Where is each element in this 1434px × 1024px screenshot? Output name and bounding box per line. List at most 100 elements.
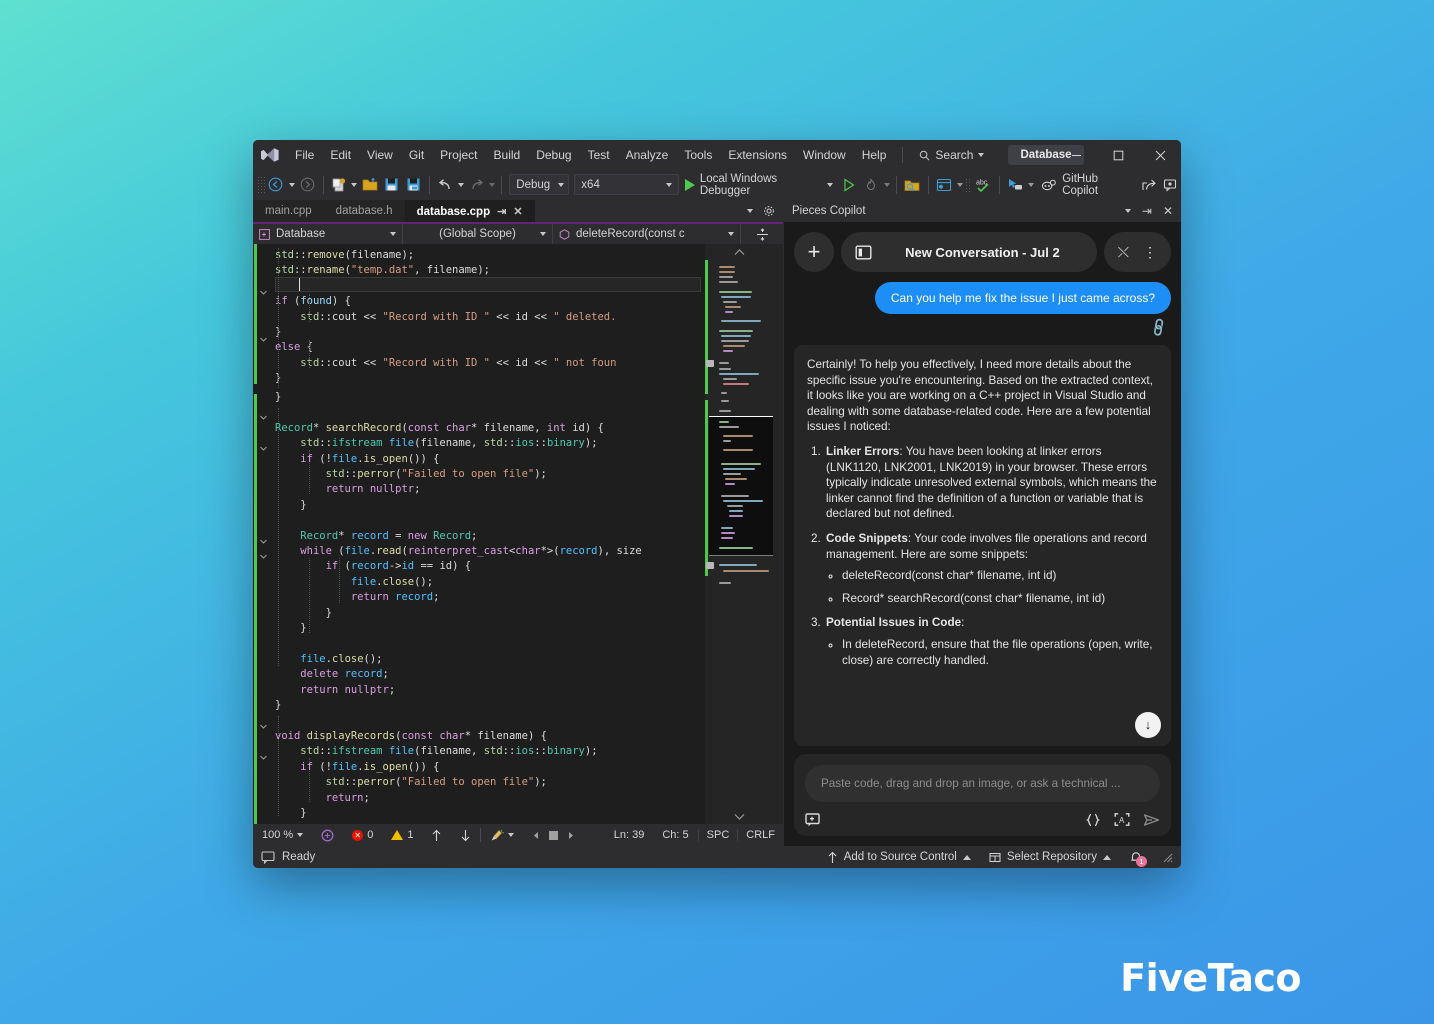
minimap-viewport[interactable] <box>709 416 773 556</box>
intellisense-status[interactable] <box>312 824 343 846</box>
indentation-mode[interactable]: SPC <box>697 829 738 841</box>
fold-chevron-icon[interactable] <box>259 335 268 344</box>
minimap-scroll-up[interactable] <box>705 244 773 260</box>
fold-chevron-icon[interactable] <box>259 753 268 762</box>
start-debugging-button[interactable]: Local Windows Debugger <box>680 173 838 197</box>
search-box[interactable]: Search <box>911 146 992 164</box>
code-cleanup-button[interactable] <box>481 824 523 846</box>
kebab-menu-icon[interactable]: ⋮ <box>1143 245 1157 259</box>
next-issue-button[interactable] <box>451 824 480 846</box>
share-button[interactable] <box>1139 173 1160 197</box>
scan-text-icon[interactable]: A <box>1114 812 1130 827</box>
menu-item-test[interactable]: Test <box>580 140 618 170</box>
menu-item-window[interactable]: Window <box>795 140 854 170</box>
navigate-back-dropdown[interactable] <box>287 173 295 197</box>
tab-main-cpp[interactable]: main.cpp <box>253 200 324 222</box>
live-visual-tree-dropdown[interactable] <box>1027 173 1035 197</box>
editor-vertical-scrollbar[interactable] <box>773 244 783 824</box>
fold-chevron-icon[interactable] <box>259 444 268 453</box>
zoom-control[interactable]: 100 % <box>253 824 312 846</box>
source-code-cont[interactable]: } Record* searchRecord(const char* filen… <box>269 386 642 821</box>
minimize-button[interactable] <box>1055 140 1097 170</box>
menu-item-analyze[interactable]: Analyze <box>618 140 677 170</box>
stop-square-icon[interactable] <box>549 830 559 840</box>
new-conversation-button[interactable]: + <box>794 232 834 272</box>
menu-item-extensions[interactable]: Extensions <box>720 140 795 170</box>
hot-reload-dropdown[interactable] <box>882 173 890 197</box>
window-layout-button[interactable] <box>934 173 955 197</box>
redo-dropdown[interactable] <box>488 173 496 197</box>
tab-database-h[interactable]: database.h <box>323 200 405 222</box>
breadcrumb-scope[interactable]: (Global Scope) <box>403 224 553 244</box>
build-configuration-select[interactable]: Debug <box>509 174 570 195</box>
fold-chevron-icon[interactable] <box>259 413 268 422</box>
chevron-down-icon[interactable] <box>1124 209 1131 213</box>
menu-item-file[interactable]: File <box>287 140 322 170</box>
live-visual-tree-button[interactable] <box>1005 173 1026 197</box>
pin-icon[interactable]: ⇥ <box>497 205 506 218</box>
arrow-right-icon[interactable] <box>567 831 575 840</box>
fold-chevron-icon[interactable] <box>259 288 268 297</box>
tab-database-cpp[interactable]: database.cpp ⇥ ✕ <box>404 200 535 222</box>
warning-count-indicator[interactable]: 1 <box>382 824 422 846</box>
add-to-source-control-button[interactable]: Add to Source Control <box>827 851 971 864</box>
menu-item-view[interactable]: View <box>359 140 401 170</box>
save-button[interactable] <box>381 173 402 197</box>
redo-button[interactable] <box>466 173 487 197</box>
code-minimap[interactable] <box>705 244 773 824</box>
minimap-scroll-down[interactable] <box>705 808 773 824</box>
previous-issue-button[interactable] <box>422 824 451 846</box>
spell-check-button[interactable]: abc <box>973 173 994 197</box>
pin-icon[interactable]: ⇥ <box>1142 205 1152 217</box>
new-item-dropdown[interactable] <box>350 173 358 197</box>
menu-item-tools[interactable]: Tools <box>676 140 720 170</box>
arrow-left-icon[interactable] <box>532 831 540 840</box>
paperclip-icon[interactable]: 🔗 <box>1148 317 1170 339</box>
navigate-forward-button[interactable] <box>297 173 318 197</box>
gear-icon[interactable] <box>763 205 775 217</box>
navigation-controls[interactable] <box>523 824 584 846</box>
feedback-button[interactable] <box>1160 173 1181 197</box>
maximize-button[interactable] <box>1097 140 1139 170</box>
undo-dropdown[interactable] <box>457 173 465 197</box>
save-all-button[interactable] <box>403 173 424 197</box>
hot-reload-button[interactable] <box>861 173 882 197</box>
github-copilot-button[interactable]: GitHub Copilot <box>1036 173 1137 197</box>
code-editor[interactable]: std::remove(filename); std::rename("temp… <box>253 244 783 824</box>
menu-item-git[interactable]: Git <box>401 140 432 170</box>
send-icon[interactable] <box>1143 813 1160 827</box>
curly-braces-icon[interactable] <box>1085 813 1101 827</box>
navigate-back-button[interactable] <box>266 173 287 197</box>
start-without-debug-button[interactable] <box>839 173 860 197</box>
window-layout-dropdown[interactable] <box>955 173 963 197</box>
fold-chevron-icon[interactable] <box>259 552 268 561</box>
error-count-indicator[interactable]: ✕ 0 <box>343 824 382 846</box>
resize-grip-icon[interactable] <box>1161 851 1173 863</box>
new-item-button[interactable] <box>328 173 349 197</box>
toolbar-grip-2[interactable] <box>964 177 973 192</box>
select-repository-button[interactable]: Select Repository <box>989 851 1111 863</box>
close-button[interactable] <box>1139 140 1181 170</box>
fold-chevron-icon[interactable] <box>259 722 268 731</box>
menu-item-edit[interactable]: Edit <box>322 140 359 170</box>
close-icon[interactable]: ✕ <box>1163 205 1173 217</box>
breadcrumb-member[interactable]: deleteRecord(const c <box>553 224 741 244</box>
split-editor-button[interactable] <box>741 224 783 244</box>
menu-item-debug[interactable]: Debug <box>528 140 579 170</box>
scroll-to-bottom-button[interactable]: ↓ <box>1135 712 1161 738</box>
conversation-selector[interactable]: New Conversation - Jul 2 <box>841 232 1097 272</box>
search-folder-button[interactable] <box>902 173 923 197</box>
open-file-button[interactable] <box>360 173 381 197</box>
code-text-surface[interactable]: std::remove(filename); std::rename("temp… <box>269 244 705 824</box>
collapse-icon[interactable]: ⤬ <box>1118 245 1129 259</box>
source-code[interactable]: std::remove(filename); std::rename("temp… <box>269 244 705 387</box>
fold-chevron-icon[interactable] <box>259 537 268 546</box>
toolbar-grip[interactable] <box>257 175 265 194</box>
breadcrumb-project[interactable]: Database <box>253 224 403 244</box>
menu-item-help[interactable]: Help <box>854 140 895 170</box>
close-icon[interactable]: ✕ <box>513 205 522 218</box>
menu-item-project[interactable]: Project <box>432 140 485 170</box>
menu-item-build[interactable]: Build <box>486 140 529 170</box>
undo-button[interactable] <box>435 173 456 197</box>
notifications-button[interactable]: 1 <box>1129 850 1147 867</box>
